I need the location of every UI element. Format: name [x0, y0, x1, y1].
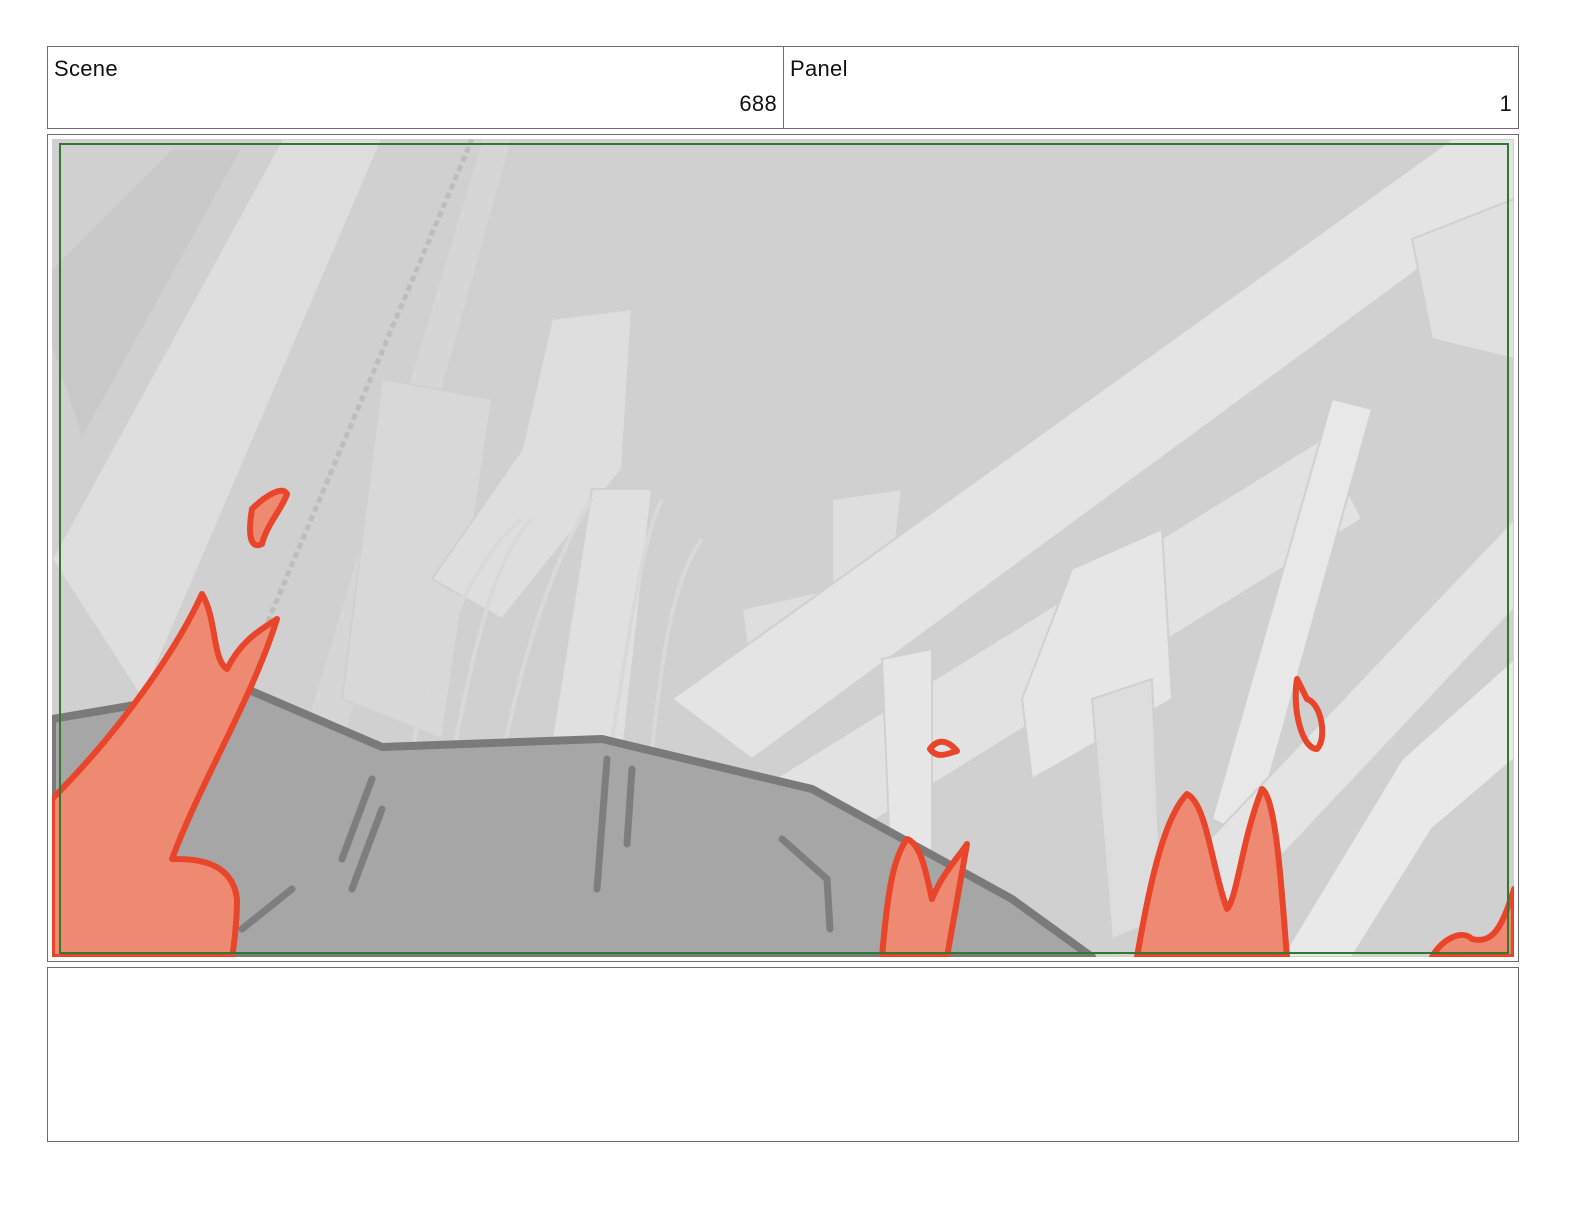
scene-label: Scene	[54, 56, 118, 81]
panel-number: 1	[1499, 91, 1512, 116]
scene-number: 688	[739, 91, 777, 116]
panel-label: Panel	[790, 56, 848, 81]
storyboard-header: Scene 688 Panel 1	[47, 46, 1519, 129]
panel-cell: Panel 1	[784, 47, 1518, 128]
panel-illustration	[52, 139, 1514, 957]
panel-frame	[47, 134, 1519, 962]
scene-cell: Scene 688	[48, 47, 784, 128]
notes-box[interactable]	[47, 967, 1519, 1142]
